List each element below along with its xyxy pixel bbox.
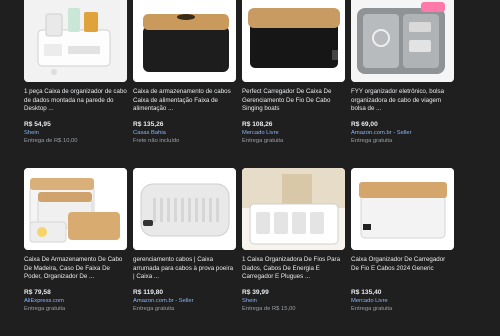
product-price: R$ 69,00: [351, 121, 378, 128]
product-shipping: Entrega gratuita: [351, 306, 393, 312]
product-title[interactable]: Caixa de armazenamento de cabos Caixa de…: [133, 88, 236, 114]
product-title[interactable]: Caixa De Armazenamento De Cabo De Madeir…: [24, 256, 127, 282]
product-title[interactable]: Caixa Organizador De Carregador De Fio E…: [351, 256, 454, 282]
product-seller: AliExpress.com: [24, 298, 64, 304]
product-image[interactable]: [351, 0, 454, 82]
product-image[interactable]: [133, 168, 236, 250]
product-seller: Amazon.com.br - Seller: [133, 298, 194, 304]
product-photo-black-cable-box: [133, 0, 236, 82]
product-card[interactable]: 1 peça Caixa de organizador de cabo de d…: [24, 0, 127, 160]
product-image[interactable]: [242, 168, 345, 250]
product-seller: Shein: [242, 298, 257, 304]
product-photo-white-vented-box: [133, 168, 236, 250]
product-shipping: Entrega de R$ 10,00: [24, 138, 78, 144]
product-card[interactable]: gerenciamento cabos | Caixa arrumada par…: [133, 168, 236, 328]
product-shipping: Entrega gratuita: [351, 138, 393, 144]
product-price: R$ 79,58: [24, 289, 51, 296]
product-seller: Casas Bahia: [133, 130, 166, 136]
product-card[interactable]: FYY organizador eletrônico, bolsa organi…: [351, 0, 454, 160]
product-photo-travel-bag: [351, 0, 454, 82]
product-image[interactable]: [242, 0, 345, 82]
product-seller: Amazon.com.br - Seller: [351, 130, 412, 136]
product-image[interactable]: [24, 168, 127, 250]
product-shipping: Entrega de R$ 15,00: [242, 306, 296, 312]
product-card[interactable]: 1 Caixa Organizadora De Fios Para Dados,…: [242, 168, 345, 328]
product-price: R$ 135,40: [351, 289, 382, 296]
product-price: R$ 39,99: [242, 289, 269, 296]
product-price: R$ 108,26: [242, 121, 273, 128]
product-title[interactable]: gerenciamento cabos | Caixa arrumada par…: [133, 256, 236, 282]
product-title[interactable]: 1 Caixa Organizadora De Fios Para Dados,…: [242, 256, 345, 282]
product-card[interactable]: Caixa De Armazenamento De Cabo De Madeir…: [24, 168, 127, 328]
product-card[interactable]: Caixa de armazenamento de cabos Caixa de…: [133, 0, 236, 160]
product-shipping: Entrega gratuita: [242, 138, 284, 144]
product-price: R$ 54,95: [24, 121, 51, 128]
product-card[interactable]: Caixa Organizador De Carregador De Fio E…: [351, 168, 454, 328]
product-image[interactable]: [133, 0, 236, 82]
product-price: R$ 135,26: [133, 121, 164, 128]
product-photo-wood-lid-box: [242, 0, 345, 82]
product-seller: Mercado Livre: [242, 130, 279, 136]
product-price: R$ 119,80: [133, 289, 164, 296]
product-shipping: Entrega gratuita: [133, 306, 175, 312]
product-image[interactable]: [351, 168, 454, 250]
product-photo-desk-organizer: [24, 0, 127, 82]
product-seller: Shein: [24, 130, 39, 136]
product-shipping: Entrega gratuita: [24, 306, 66, 312]
product-title[interactable]: FYY organizador eletrônico, bolsa organi…: [351, 88, 454, 114]
product-photo-white-box-wood-lid: [351, 168, 454, 250]
product-photo-wood-boxes-set: [24, 168, 127, 250]
product-image[interactable]: [24, 0, 127, 82]
product-photo-cable-tray: [242, 168, 345, 250]
product-seller: Mercado Livre: [351, 298, 388, 304]
product-grid: 1 peça Caixa de organizador de cabo de d…: [24, 0, 454, 328]
product-title[interactable]: Perfect Carregador De Caixa De Gerenciam…: [242, 88, 345, 114]
product-card[interactable]: Perfect Carregador De Caixa De Gerenciam…: [242, 0, 345, 160]
product-title[interactable]: 1 peça Caixa de organizador de cabo de d…: [24, 88, 127, 114]
product-shipping: Frete não incluído: [133, 138, 180, 144]
